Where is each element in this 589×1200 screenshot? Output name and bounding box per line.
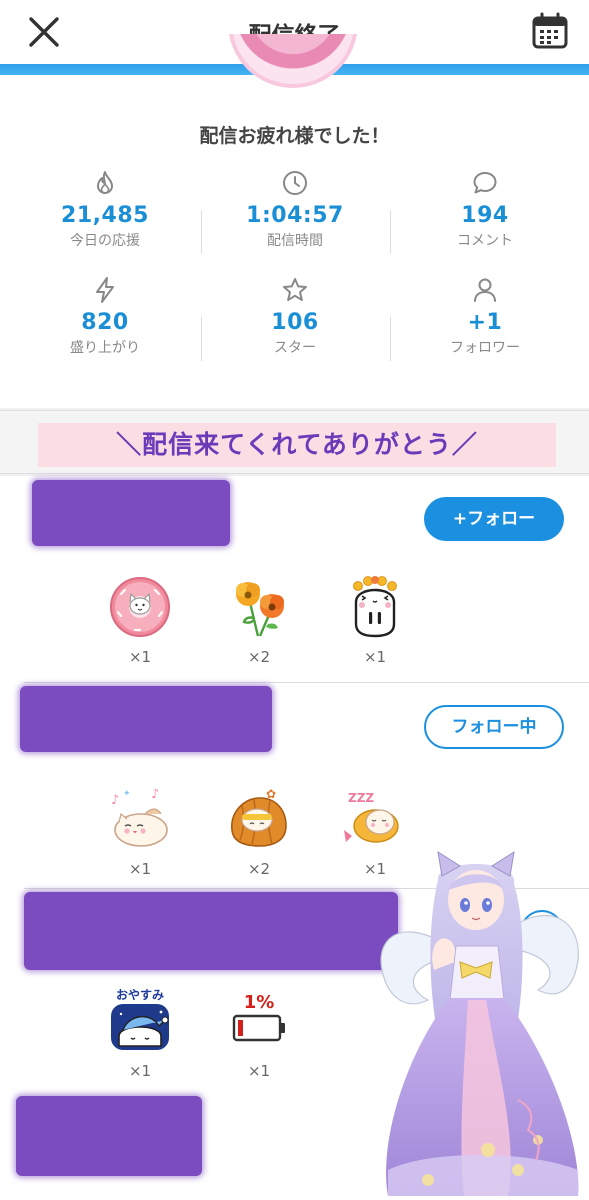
flower-crown-ghost-icon (353, 576, 397, 638)
stat-label: 盛り上がり (70, 340, 140, 356)
stat-stars: 106 スター (200, 276, 390, 357)
gift-count: ×2 (247, 648, 271, 666)
thanks-banner: ＼配信来てくれてありがとう／ (38, 423, 556, 467)
comment-icon (473, 172, 497, 194)
battery-percent-text: 1% (244, 992, 275, 1013)
gift-flower-crown-ghost: ×1 (335, 572, 415, 666)
svg-text:✦: ✦ (123, 789, 131, 799)
redacted-username (24, 892, 398, 970)
stat-value: 21,485 (61, 203, 149, 228)
divider (390, 210, 391, 254)
divider (201, 210, 202, 254)
stream-summary-card: 配信お疲れ様でした！ 21,485 今日の応援 1:04:57 配信時間 194… (0, 75, 589, 408)
gift-singing-cat: ♪ ♪ ✦ ×1 (100, 784, 180, 878)
divider (201, 317, 202, 361)
svg-text:ZZZ: ZZZ (348, 791, 374, 805)
stat-value: 106 (271, 310, 319, 335)
sleeping-fish-cat-icon: ZZZ (344, 791, 399, 843)
oyasumi-icon: おやすみ (111, 988, 169, 1050)
stat-label: 今日の応援 (70, 233, 140, 249)
stat-label: 配信時間 (267, 233, 323, 249)
anime-character-illustration (380, 850, 579, 1196)
row-divider (24, 682, 589, 683)
stat-excitement: 820 盛り上がり (10, 276, 200, 357)
svg-text:♪: ♪ (151, 787, 159, 802)
gift-donut-cat: ×1 (100, 572, 180, 666)
person-icon (474, 278, 496, 302)
redacted-username (20, 686, 272, 752)
stat-label: コメント (457, 233, 513, 249)
following-button[interactable]: フォロー中 (424, 705, 564, 749)
follow-button[interactable]: +フォロー (424, 497, 564, 541)
gift-count: ×1 (247, 1062, 271, 1080)
gift-count: ×1 (128, 1062, 152, 1080)
redacted-username (32, 480, 230, 546)
stat-value: 194 (461, 203, 509, 228)
oyasumi-text: おやすみ (116, 988, 164, 1002)
gift-croissant-cat: ✿ ×2 (219, 784, 299, 878)
gift-oyasumi: おやすみ ×1 (100, 986, 180, 1080)
stat-value: +1 (467, 310, 503, 335)
clock-icon (283, 171, 307, 195)
stat-value: 820 (81, 310, 129, 335)
stat-cheers: 21,485 今日の応援 (10, 169, 200, 250)
star-icon (283, 278, 307, 301)
calendar-icon[interactable] (531, 12, 569, 50)
gift-count: ×2 (247, 860, 271, 878)
stat-label: フォロワー (450, 340, 520, 356)
stat-duration: 1:04:57 配信時間 (200, 169, 390, 250)
flame-icon (97, 171, 113, 194)
stat-followers: +1 フォロワー (390, 276, 580, 357)
gift-count: ×1 (128, 648, 152, 666)
thanks-banner-section: ＼配信来てくれてありがとう／ (0, 410, 589, 474)
redacted-username (16, 1096, 202, 1176)
singing-cat-icon: ♪ ♪ ✦ (111, 787, 168, 847)
croissant-cat-icon: ✿ (231, 787, 287, 847)
low-battery-icon: 1% (232, 992, 285, 1042)
gift-count: ×1 (363, 648, 387, 666)
gift-low-battery: 1% ×1 (219, 986, 299, 1080)
streamer-avatar (228, 34, 358, 94)
svg-text:♪: ♪ (111, 793, 119, 808)
gift-count: ×1 (128, 860, 152, 878)
donut-cat-icon (110, 577, 170, 637)
divider (390, 317, 391, 361)
lightning-icon (96, 277, 114, 303)
stat-comments: 194 コメント (390, 169, 580, 250)
stat-label: スター (274, 340, 316, 356)
poppy-flowers-icon (236, 582, 284, 637)
thanks-message: 配信お疲れ様でした！ (199, 125, 390, 147)
stat-value: 1:04:57 (246, 203, 344, 228)
gift-poppy-flowers: ×2 (219, 572, 299, 666)
